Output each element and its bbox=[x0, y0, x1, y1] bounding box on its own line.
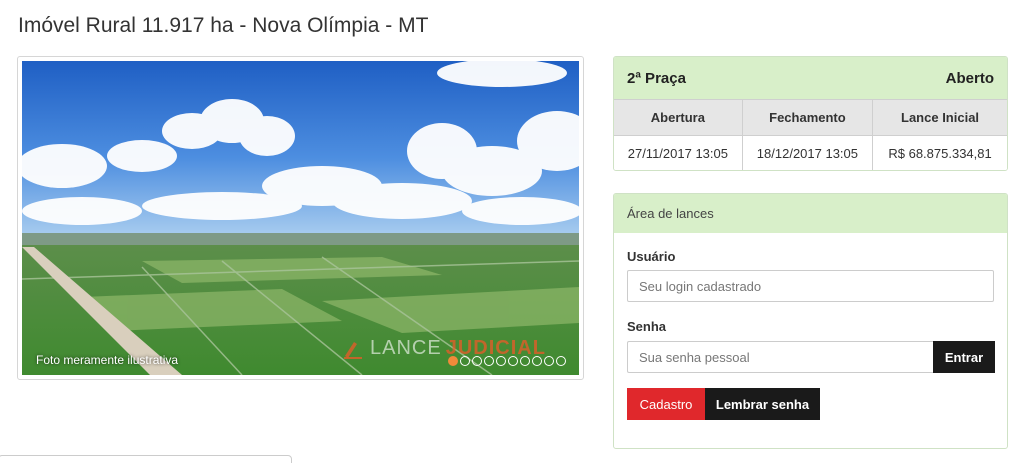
slide-dot[interactable] bbox=[484, 356, 494, 366]
status-badge: Aberto bbox=[945, 69, 994, 87]
initial-bid-value: R$ 68.875.334,81 bbox=[872, 135, 1007, 170]
slide-indicators bbox=[448, 356, 566, 366]
slide-dot[interactable] bbox=[460, 356, 470, 366]
closing-date: 18/12/2017 13:05 bbox=[741, 135, 874, 170]
status-header: 2ª Praça Aberto bbox=[614, 57, 1007, 99]
column-header-initial-bid: Lance Inicial bbox=[872, 99, 1007, 136]
password-input[interactable] bbox=[627, 341, 933, 373]
username-label: Usuário bbox=[627, 249, 676, 264]
slide-dot[interactable] bbox=[496, 356, 506, 366]
table-header-row: Abertura Fechamento Lance Inicial bbox=[614, 99, 1007, 136]
photo-caption: Foto meramente ilustrativa bbox=[36, 353, 179, 367]
column-header-opening: Abertura bbox=[614, 99, 743, 136]
round-label: 2ª Praça bbox=[627, 69, 686, 87]
column-header-closing: Fechamento bbox=[741, 99, 874, 136]
bidding-area-panel: Área de lances Usuário Senha Entrar Cada… bbox=[613, 193, 1008, 449]
username-input[interactable] bbox=[627, 270, 994, 302]
slide-dot[interactable] bbox=[448, 356, 458, 366]
partial-input-box[interactable] bbox=[0, 455, 292, 463]
page-title: Imóvel Rural 11.917 ha - Nova Olímpia - … bbox=[18, 14, 429, 37]
landscape-image bbox=[22, 61, 579, 375]
table-row: 27/11/2017 13:05 18/12/2017 13:05 R$ 68.… bbox=[614, 135, 1007, 170]
auction-status-panel: 2ª Praça Aberto Abertura Fechamento Lanc… bbox=[613, 56, 1008, 171]
slide-dot[interactable] bbox=[532, 356, 542, 366]
slide-dot[interactable] bbox=[544, 356, 554, 366]
slide-dot[interactable] bbox=[508, 356, 518, 366]
opening-date: 27/11/2017 13:05 bbox=[614, 135, 743, 170]
signup-button[interactable]: Cadastro bbox=[627, 388, 705, 420]
remember-password-button[interactable]: Lembrar senha bbox=[705, 388, 820, 420]
gavel-logo-icon bbox=[344, 342, 362, 359]
watermark-text-a: LANCE bbox=[370, 336, 442, 359]
photo-gallery: Foto meramente ilustrativa LANCE JUDICIA… bbox=[17, 56, 584, 380]
auction-dates-table: Abertura Fechamento Lance Inicial 27/11/… bbox=[614, 99, 1007, 170]
slide-dot[interactable] bbox=[520, 356, 530, 366]
bidding-area-title: Área de lances bbox=[614, 194, 1007, 233]
password-label: Senha bbox=[627, 319, 667, 334]
slide-dot[interactable] bbox=[472, 356, 482, 366]
slide-dot[interactable] bbox=[556, 356, 566, 366]
login-button[interactable]: Entrar bbox=[933, 341, 995, 373]
property-photo[interactable]: Foto meramente ilustrativa LANCE JUDICIA… bbox=[22, 61, 579, 375]
